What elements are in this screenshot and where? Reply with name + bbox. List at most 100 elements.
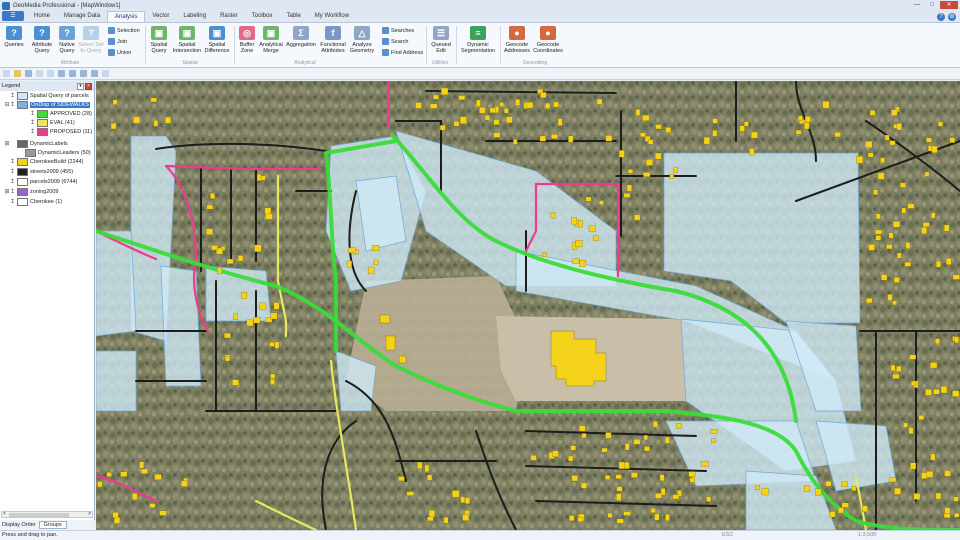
join-button[interactable]: Join <box>108 38 127 45</box>
spatial-difference-button[interactable]: ▣ Spatial Difference <box>203 26 231 54</box>
fit-all-icon[interactable] <box>102 70 109 77</box>
analyze-geometry-button[interactable]: △ Analyze Geometry <box>348 26 376 54</box>
house <box>540 92 547 98</box>
house <box>568 455 574 462</box>
union-button[interactable]: Union <box>108 49 131 56</box>
house <box>499 102 504 107</box>
spatial-query-button[interactable]: ▣ Spatial Query <box>148 26 170 54</box>
undo-icon[interactable] <box>36 70 43 77</box>
house <box>493 119 500 125</box>
house <box>891 109 898 116</box>
native-query-button[interactable]: ? Native Query <box>56 26 78 54</box>
house <box>633 439 641 445</box>
groups-tab[interactable]: Groups <box>38 521 67 529</box>
visibility-icon[interactable]: ↥ <box>10 158 16 165</box>
legend-pin-icon[interactable]: ▾ <box>77 82 84 90</box>
legend-item[interactable]: ↥ streets2009 (455) <box>4 167 73 176</box>
selection-button[interactable]: Selection <box>108 27 140 34</box>
map-window[interactable] <box>96 81 960 530</box>
scroll-right-arrow[interactable]: > <box>88 511 91 517</box>
tab-table[interactable]: Table <box>279 11 307 22</box>
tab-my-workflow[interactable]: My Workflow <box>308 11 356 22</box>
house <box>153 120 159 127</box>
legend-item[interactable]: ⊞ DynamicLabels <box>4 139 68 148</box>
spatial-intersection-button[interactable]: ▣ Spatial Intersection <box>171 26 203 54</box>
save-icon[interactable] <box>25 70 32 77</box>
legend-item[interactable]: ↥ CherokeeBuild (2244) <box>4 157 84 166</box>
select-set-to-query-button[interactable]: ? Select Set to Query <box>78 26 104 54</box>
legend-item[interactable]: ↥ APPROVED (28) <box>24 109 92 118</box>
redo-icon[interactable] <box>47 70 54 77</box>
legend-item[interactable]: ↥ Spatial Query of parcels <box>4 91 89 100</box>
legend-item[interactable]: ⊟ ↥ OnDisp of SIDEWALKS <box>4 100 90 109</box>
help-icon[interactable]: ? <box>937 13 945 21</box>
visibility-icon[interactable]: ↥ <box>10 198 16 205</box>
minimize-button[interactable]: — <box>910 1 924 9</box>
visibility-icon[interactable]: ↥ <box>10 188 16 195</box>
visibility-icon[interactable]: ↥ <box>30 128 36 135</box>
functional-attributes-button[interactable]: f Functional Attributes <box>318 26 348 54</box>
visibility-icon[interactable]: ↥ <box>30 110 36 117</box>
attribute-query-button[interactable]: ? Attribute Query <box>29 26 55 54</box>
open-icon[interactable] <box>14 70 21 77</box>
map-canvas[interactable] <box>96 81 960 530</box>
legend-close-icon[interactable]: × <box>85 82 92 90</box>
search-button[interactable]: Search <box>382 38 408 45</box>
display-order-tab[interactable]: Display Order <box>2 522 36 528</box>
queued-edit-button[interactable]: ☰ Queued Edit <box>429 26 453 54</box>
tab-manage-data[interactable]: Manage Data <box>57 11 107 22</box>
visibility-icon[interactable]: ↥ <box>30 119 36 126</box>
legend-item[interactable]: ↥ Cherokee (1) <box>4 197 62 206</box>
searches-button[interactable]: Searches <box>382 27 414 34</box>
legend-item[interactable]: ↥ EVAL (41) <box>24 118 75 127</box>
scroll-thumb[interactable] <box>9 513 69 517</box>
expand-toggle-icon[interactable]: ⊞ <box>4 140 10 147</box>
queries-icon: ? <box>6 26 22 40</box>
tab-home[interactable]: Home <box>27 11 57 22</box>
tab-toolbox[interactable]: Toolbox <box>245 11 280 22</box>
settings-icon[interactable]: ⚙ <box>948 13 956 21</box>
house <box>484 115 490 121</box>
analytical-merge-button[interactable]: ▣ Analytical Merge <box>258 26 284 54</box>
aggregation-button[interactable]: Σ Aggregation <box>285 26 317 48</box>
tab-labeling[interactable]: Labeling <box>176 11 213 22</box>
maximize-button[interactable]: □ <box>925 1 939 9</box>
file-menu-button[interactable]: ☰ <box>2 11 24 21</box>
house <box>226 258 234 264</box>
geocode-coordinates-button[interactable]: ● Geocode Coordinates <box>532 26 564 54</box>
visibility-icon[interactable]: ↥ <box>10 168 16 175</box>
pan-icon[interactable] <box>91 70 98 77</box>
dynamic-segmentation-button[interactable]: ≡ Dynamic Segmentation <box>459 26 497 54</box>
zoom-out-icon[interactable] <box>80 70 87 77</box>
visibility-icon[interactable]: ↥ <box>10 101 16 108</box>
house <box>706 496 711 502</box>
house <box>570 445 576 451</box>
new-icon[interactable] <box>3 70 10 77</box>
legend-item-label: parcels2009 (6744) <box>30 178 78 185</box>
visibility-icon[interactable]: ↥ <box>10 178 16 185</box>
legend-scrollbar[interactable]: < > <box>1 511 93 518</box>
aggregation-icon: Σ <box>293 26 309 40</box>
geocode-addresses-button[interactable]: ● Geocode Addresses <box>503 26 531 54</box>
status-message: Press and drag to pan. <box>2 532 58 538</box>
buffer-zone-button[interactable]: ◎ Buffer Zone <box>237 26 257 54</box>
select-tool-icon[interactable] <box>58 70 65 77</box>
legend-item[interactable]: ↥ PROPOSED (11) <box>24 127 92 136</box>
visibility-icon[interactable]: ↥ <box>10 92 16 99</box>
legend-item[interactable]: ⊞ ↥ zoning2009 <box>4 187 58 196</box>
legend-item[interactable]: DynamicLeaders (50) <box>12 148 91 157</box>
house <box>711 438 716 443</box>
find-address-button[interactable]: Find Address <box>382 49 423 56</box>
zoom-in-icon[interactable] <box>69 70 76 77</box>
tab-raster[interactable]: Raster <box>213 11 245 22</box>
scroll-left-arrow[interactable]: < <box>3 511 6 517</box>
house <box>577 516 584 522</box>
tab-vector[interactable]: Vector <box>145 11 176 22</box>
close-button[interactable]: ✕ <box>940 1 958 9</box>
ribbon-tabs: ☰ Home Manage Data Analysis Vector Label… <box>0 11 960 23</box>
house <box>911 380 917 386</box>
queries-button[interactable]: ? Queries <box>3 26 25 48</box>
tab-analysis[interactable]: Analysis <box>107 11 146 22</box>
house <box>112 512 119 518</box>
legend-item[interactable]: ↥ parcels2009 (6744) <box>4 177 77 186</box>
